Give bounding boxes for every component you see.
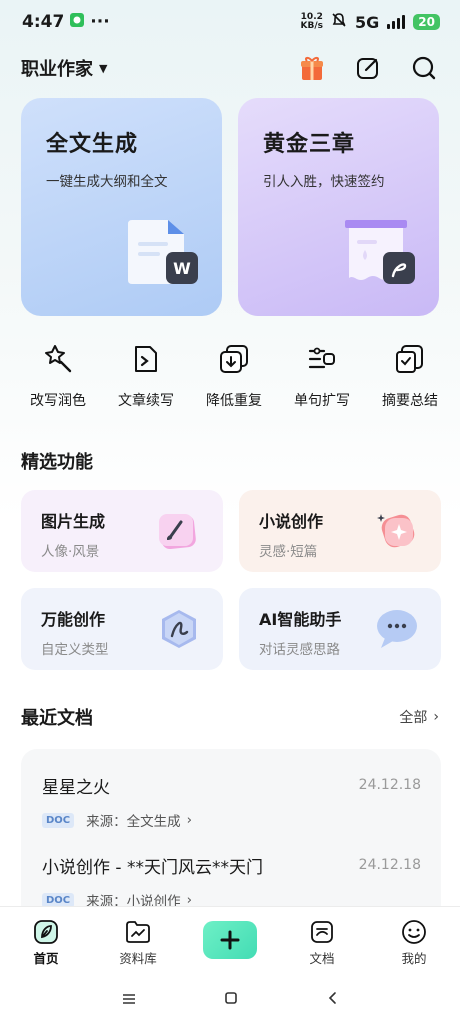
plus-icon xyxy=(203,921,257,959)
feature-ai-assistant[interactable]: AI智能助手 对话灵感思路 xyxy=(239,588,441,670)
summary-icon xyxy=(393,342,427,376)
home-leaf-icon xyxy=(33,919,59,945)
wechat-icon xyxy=(70,12,85,32)
reduce-duplicate-icon xyxy=(217,342,251,376)
doc-date: 24.12.18 xyxy=(358,777,421,793)
nav-documents[interactable]: 文档 xyxy=(287,919,357,967)
paint-brush-icon xyxy=(157,510,201,552)
recent-docs-list: 星星之火 24.12.18 DOC 来源：全文生成 › 小说创作 - **天门风… xyxy=(21,749,441,909)
feature-image-generation[interactable]: 图片生成 人像·风景 xyxy=(21,490,223,572)
nav-profile[interactable]: 我的 xyxy=(379,919,449,967)
golden-three-chapters-card[interactable]: 黄金三章 引人入胜，快速签约 xyxy=(238,98,439,316)
featured-section-title: 精选功能 xyxy=(21,452,93,473)
tool-label: 单句扩写 xyxy=(294,393,350,409)
hero-subtitle: 一键生成大纲和全文 xyxy=(46,174,168,190)
network-type: 5G xyxy=(355,12,380,32)
app-header: 职业作家 ▼ xyxy=(0,48,460,88)
edit-icon[interactable] xyxy=(352,52,384,84)
sparkle-book-icon xyxy=(375,510,419,552)
expand-sentence-icon xyxy=(305,342,339,376)
folder-chart-icon xyxy=(125,919,151,945)
bottom-nav: 首页 资料库 文档 我的 xyxy=(0,906,460,976)
tool-label: 摘要总结 xyxy=(382,393,438,409)
quick-tools: 改写润色 文章续写 降低重复 单句扩写 摘要总结 xyxy=(0,342,460,410)
recent-docs-header: 最近文档 全部 › xyxy=(21,704,439,730)
tool-label: 文章续写 xyxy=(118,393,174,409)
feature-universal-creation[interactable]: 万能创作 自定义类型 xyxy=(21,588,223,670)
tool-expand-sentence[interactable]: 单句扩写 xyxy=(284,342,360,410)
document-icon xyxy=(309,919,335,945)
tool-label: 改写润色 xyxy=(30,393,86,409)
tool-rewrite-polish[interactable]: 改写润色 xyxy=(20,342,96,410)
continue-doc-icon xyxy=(129,342,163,376)
signature-hexagon-icon xyxy=(157,608,201,650)
nav-library[interactable]: 资料库 xyxy=(103,919,173,967)
hero-cards: 全文生成 一键生成大纲和全文 W 黄金三章 引人入胜，快速签约 xyxy=(21,98,439,316)
view-all-link[interactable]: 全部 › xyxy=(399,707,439,727)
hero-subtitle: 引人入胜，快速签约 xyxy=(263,174,385,190)
full-text-generation-card[interactable]: 全文生成 一键生成大纲和全文 W xyxy=(21,98,222,316)
doc-source[interactable]: 来源：全文生成 xyxy=(86,810,181,830)
status-bar: 4:47 ··· 10.2 KB/s 5G 20 xyxy=(0,0,460,44)
search-icon[interactable] xyxy=(408,52,440,84)
feature-novel-creation[interactable]: 小说创作 灵感·短篇 xyxy=(239,490,441,572)
signal-icon xyxy=(387,15,406,29)
recent-docs-title: 最近文档 xyxy=(21,708,93,729)
word-doc-icon: W xyxy=(126,220,200,290)
tool-reduce-duplicate[interactable]: 降低重复 xyxy=(196,342,272,410)
hero-title: 黄金三章 xyxy=(263,132,356,157)
mute-icon xyxy=(331,12,347,33)
nav-create[interactable] xyxy=(195,919,265,959)
list-item[interactable]: 星星之火 24.12.18 DOC 来源：全文生成 › xyxy=(42,773,441,853)
more-status-icon: ··· xyxy=(90,12,110,32)
back-icon[interactable] xyxy=(325,990,339,1010)
menu-icon[interactable] xyxy=(121,991,137,1010)
featured-grid: 图片生成 人像·风景 小说创作 灵感·短篇 万能创作 自定义类型 AI智能助手 … xyxy=(21,490,441,670)
system-nav-bar xyxy=(0,976,460,1024)
caret-down-icon[interactable]: ▼ xyxy=(99,62,107,75)
hero-title: 全文生成 xyxy=(46,132,139,157)
list-item[interactable]: 小说创作 - **天门风云**天门 24.12.18 DOC 来源：小说创作 › xyxy=(42,853,441,909)
tool-summary[interactable]: 摘要总结 xyxy=(372,342,448,410)
tool-continue-writing[interactable]: 文章续写 xyxy=(108,342,184,410)
doc-date: 24.12.18 xyxy=(358,857,421,873)
network-speed: 10.2 KB/s xyxy=(300,12,324,31)
magic-wand-icon xyxy=(41,342,75,376)
role-selector-label[interactable]: 职业作家 xyxy=(21,55,93,81)
home-square-icon[interactable] xyxy=(223,990,239,1010)
smiley-face-icon xyxy=(401,919,427,945)
status-time: 4:47 xyxy=(22,12,65,32)
doc-type-badge: DOC xyxy=(42,812,75,828)
svg-text:W: W xyxy=(173,259,191,278)
battery-icon: 20 xyxy=(413,14,440,30)
nav-home[interactable]: 首页 xyxy=(11,919,81,967)
chat-bubble-icon xyxy=(375,608,419,650)
chevron-right-icon: › xyxy=(433,709,439,725)
gift-icon[interactable] xyxy=(296,52,328,84)
tool-label: 降低重复 xyxy=(206,393,262,409)
chevron-right-icon: › xyxy=(186,812,193,828)
scroll-doc-icon xyxy=(343,220,417,290)
